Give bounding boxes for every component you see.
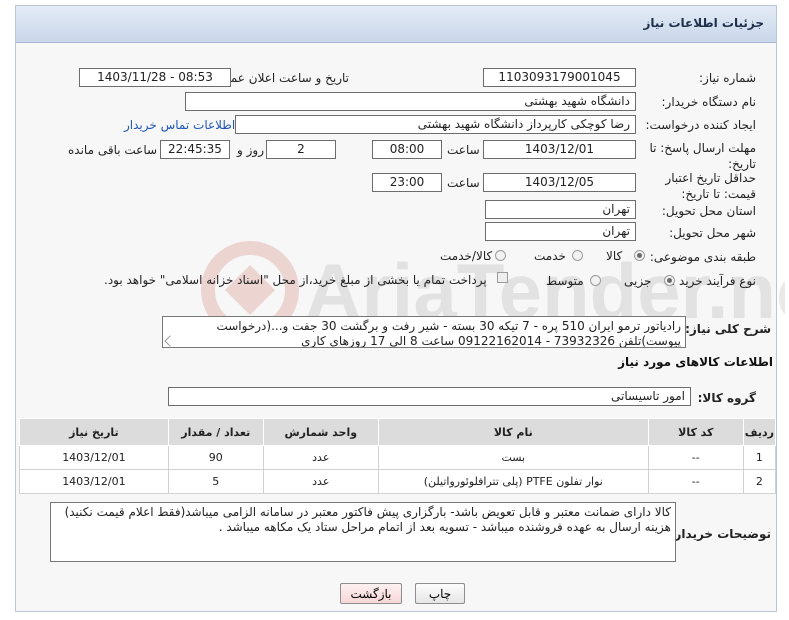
process-option-medium: متوسط xyxy=(546,274,584,288)
validity-label: حداقل تاریخ اعتبار قیمت: تا تاریخ: xyxy=(665,171,756,201)
buyer-notes-textarea[interactable]: کالا دارای ضمانت معتبر و قابل تعویض باشد… xyxy=(50,502,676,562)
table-row: 1 -- بست عدد 90 1403/12/01 xyxy=(19,445,777,470)
process-radio-minor[interactable] xyxy=(664,275,675,286)
cell-qty: 5 xyxy=(167,469,264,494)
treasury-payment-checkbox[interactable] xyxy=(497,272,508,283)
cell-name: بست xyxy=(377,445,649,470)
cell-name: نوار تفلون PTFE (پلی تترافلوئورواتیلن) xyxy=(377,469,649,494)
process-radio-medium[interactable] xyxy=(590,275,601,286)
process-option-minor: جزیی xyxy=(624,274,652,288)
deadline-label: مهلت ارسال پاسخ: تا تاریخ: xyxy=(649,141,756,171)
days-remaining-field: 2 xyxy=(266,140,336,159)
cell-date: 1403/12/01 xyxy=(19,445,169,470)
province-label: استان محل تحویل: xyxy=(661,204,756,218)
cell-unit: عدد xyxy=(262,469,379,494)
cell-code: -- xyxy=(647,469,744,494)
col-code-header: کد کالا xyxy=(647,418,744,446)
buyer-org-label: نام دستگاه خریدار: xyxy=(661,95,757,109)
buyer-notes-label: توضیحات خریدار: xyxy=(669,527,771,541)
contact-info-link[interactable]: اطلاعات تماس خریدار xyxy=(124,118,235,132)
remaining-time-label: ساعت باقی مانده xyxy=(68,143,158,157)
page-title: جزئیات اطلاعات نیاز xyxy=(643,16,764,30)
goods-group-label: گروه کالا: xyxy=(697,391,756,405)
category-option-goods: کالا xyxy=(606,249,623,263)
col-unit-header: واحد شمارش xyxy=(262,418,379,446)
cell-date: 1403/12/01 xyxy=(19,469,169,494)
buyer-notes-text: کالا دارای ضمانت معتبر و قابل تعویض باشد… xyxy=(64,505,671,534)
province-field: تهران xyxy=(485,200,636,219)
city-label: شهر محل تحویل: xyxy=(669,226,756,240)
process-label: نوع فرآیند خرید : xyxy=(671,274,756,288)
col-row-header: ردیف xyxy=(742,418,777,446)
buyer-org-field: دانشگاه شهید بهشتی xyxy=(185,92,636,111)
resize-handle-icon[interactable] xyxy=(164,335,176,347)
announce-field: 1403/11/28 - 08:53 xyxy=(79,68,231,87)
cell-row: 2 xyxy=(742,469,777,494)
panel-header: جزئیات اطلاعات نیاز xyxy=(16,6,776,43)
need-number-field: 1103093179001045 xyxy=(483,68,636,87)
validity-time-field: 23:00 xyxy=(372,173,442,192)
validity-time-label: ساعت xyxy=(447,176,480,190)
goods-group-field: امور تاسیساتی xyxy=(168,387,691,406)
cell-code: -- xyxy=(647,445,744,470)
category-radio-goods-service[interactable] xyxy=(495,250,506,261)
validity-date-field: 1403/12/05 xyxy=(483,173,636,192)
category-option-service: خدمت xyxy=(534,249,566,263)
print-button[interactable]: چاپ xyxy=(415,583,465,604)
description-label: شرح کلی نیاز: xyxy=(685,322,771,336)
description-textarea[interactable]: رادیاتور ترمو ایران 510 پره - 7 تیکه 30 … xyxy=(162,316,686,348)
description-text: رادیاتور ترمو ایران 510 پره - 7 تیکه 30 … xyxy=(216,319,681,348)
col-name-header: نام کالا xyxy=(377,418,649,446)
deadline-time-label: ساعت xyxy=(447,143,480,157)
cell-row: 1 xyxy=(742,445,777,470)
back-button[interactable]: بازگشت xyxy=(340,583,402,604)
col-date-header: تاریخ نیاز xyxy=(19,418,169,446)
need-number-label: شماره نیاز: xyxy=(699,71,756,85)
goods-table: ردیف کد کالا نام کالا واحد شمارش تعداد /… xyxy=(19,418,777,494)
city-field: تهران xyxy=(485,222,636,241)
category-label: طبقه بندی موضوعی: xyxy=(649,250,756,264)
cell-qty: 90 xyxy=(167,445,264,470)
category-radio-service[interactable] xyxy=(572,250,583,261)
creator-field: رضا کوچکی کارپرداز دانشگاه شهید بهشتی xyxy=(235,115,636,134)
remaining-time-field: 22:45:35 xyxy=(160,140,230,159)
creator-label: ایجاد کننده درخواست: xyxy=(645,118,756,132)
deadline-date-field: 1403/12/01 xyxy=(483,140,636,159)
table-row: 2 -- نوار تفلون PTFE (پلی تترافلوئورواتی… xyxy=(19,469,777,494)
category-option-goods-service: کالا/خدمت xyxy=(440,249,493,263)
cell-unit: عدد xyxy=(262,445,379,470)
col-qty-header: تعداد / مقدار xyxy=(167,418,264,446)
goods-section-title: اطلاعات کالاهای مورد نیاز xyxy=(618,355,773,369)
category-radio-goods[interactable] xyxy=(634,250,645,261)
days-label: روز و xyxy=(237,143,264,157)
treasury-payment-note: پرداخت تمام یا بخشی از مبلغ خرید،از محل … xyxy=(104,273,487,287)
deadline-time-field: 08:00 xyxy=(372,140,442,159)
goods-table-header: ردیف کد کالا نام کالا واحد شمارش تعداد /… xyxy=(19,418,777,446)
